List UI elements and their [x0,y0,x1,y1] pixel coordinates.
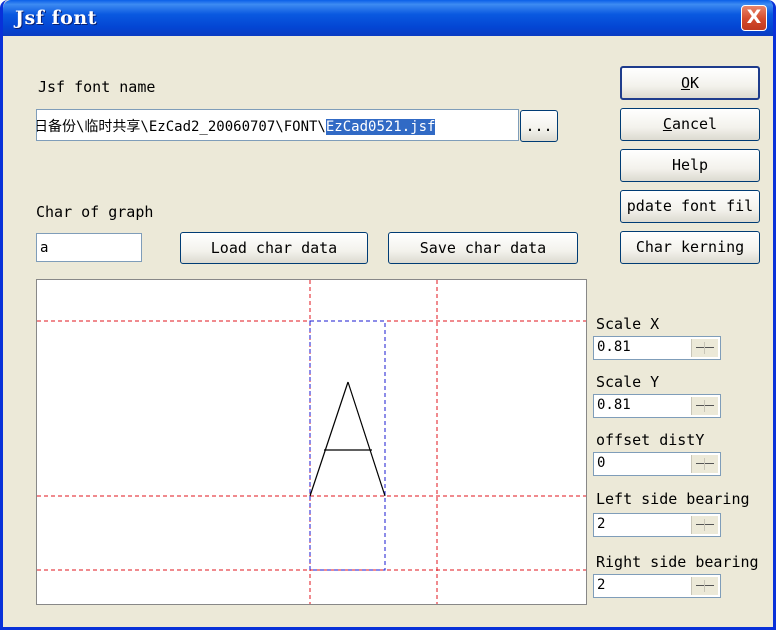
ok-accel: O [680,74,690,92]
update-font-file-button[interactable]: pdate font fil [620,190,760,223]
scale-x-spinner[interactable]: 0.81 [593,336,721,360]
font-path-prefix: 日备份\临时共享\EzCad2_20060707\FONT\ [36,119,326,135]
left-side-bearing-spinner[interactable]: 2 [593,513,721,537]
cancel-accel: C [662,115,672,133]
cancel-rest: ancel [671,115,718,133]
offset-dist-y-spinner[interactable]: 0 [593,452,721,476]
offset-dist-y-value: 0 [597,455,606,471]
glyph-right-stroke [347,381,386,497]
font-name-label: Jsf font name [38,78,156,96]
right-side-bearing-spinner[interactable]: 2 [593,574,721,598]
scale-y-value: 0.81 [597,397,631,413]
scale-x-value: 0.81 [597,339,631,355]
help-button[interactable]: Help [620,149,760,182]
spinner-arrows-icon[interactable] [691,339,718,357]
spinner-arrows-icon[interactable] [691,455,718,473]
ok-button[interactable]: OK [620,66,760,100]
save-char-data-button[interactable]: Save char data [388,232,578,264]
offset-dist-y-label: offset distY [596,431,705,449]
spinner-arrows-icon[interactable] [691,516,718,534]
title-bar[interactable]: Jsf font X [3,0,773,36]
right-side-bearing-value: 2 [597,577,606,593]
right-side-bearing-label: Right side bearing [596,553,759,571]
char-kerning-button[interactable]: Char kerning [620,231,760,264]
jsf-font-dialog: Jsf font X Jsf font name 日备份\临时共享\EzCad2… [0,0,776,630]
window-title: Jsf font [15,7,97,29]
glyph-left-stroke [309,381,349,497]
glyph-canvas[interactable] [36,279,587,605]
spinner-arrows-icon[interactable] [691,397,718,415]
cancel-button[interactable]: Cancel [620,108,760,141]
browse-button[interactable]: ... [520,110,558,142]
glyph-a-outline [309,381,386,497]
font-path-selected: EzCad0521.jsf [325,119,436,135]
glyph-bounding-box [309,320,386,571]
spinner-arrows-icon[interactable] [691,577,718,595]
font-path-text: 日备份\临时共享\EzCad2_20060707\FONT\EzCad0521.… [36,116,436,136]
scale-y-spinner[interactable]: 0.81 [593,394,721,418]
char-input[interactable]: a [36,233,142,262]
char-of-graph-label: Char of graph [36,203,154,221]
char-input-value: a [40,240,49,256]
metric-guides [37,280,586,604]
left-side-bearing-label: Left side bearing [596,490,750,508]
left-side-bearing-value: 2 [597,516,606,532]
scale-x-label: Scale X [596,315,660,333]
glyph-preview [37,280,586,604]
ok-rest: K [690,74,700,92]
font-path-field[interactable]: 日备份\临时共享\EzCad2_20060707\FONT\EzCad0521.… [36,109,519,141]
scale-y-label: Scale Y [596,373,660,391]
close-icon[interactable]: X [741,5,767,31]
load-char-data-button[interactable]: Load char data [180,232,368,264]
